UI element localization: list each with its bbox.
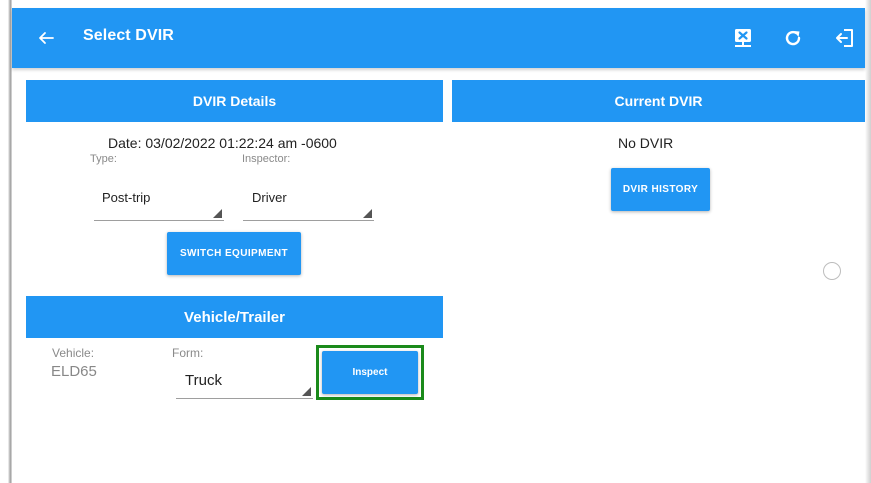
back-button[interactable]	[34, 26, 58, 50]
dropdown-triangle-icon	[213, 209, 222, 218]
form-label: Form:	[172, 346, 204, 360]
vehicle-trailer-header: Vehicle/Trailer	[26, 296, 443, 338]
logout-button[interactable]	[831, 24, 859, 52]
certify-button[interactable]	[729, 24, 757, 52]
refresh-icon	[785, 30, 801, 46]
vehicle-label: Vehicle:	[52, 346, 95, 360]
switch-equipment-button[interactable]: SWITCH EQUIPMENT	[167, 232, 301, 275]
inspector-dropdown[interactable]: Driver	[243, 190, 374, 221]
page-title: Select DVIR	[83, 27, 174, 44]
form-dropdown[interactable]: Truck	[176, 370, 313, 399]
app-screen: Select DVIR DVIR Details Date: 03/02/202…	[12, 8, 865, 483]
dropdown-triangle-icon	[302, 387, 311, 396]
device-frame-right	[865, 0, 871, 483]
radio-button[interactable]	[823, 262, 841, 280]
device-frame-left	[0, 0, 12, 483]
dvir-details-header: DVIR Details	[26, 80, 443, 122]
inspect-button[interactable]: Inspect	[322, 351, 418, 394]
type-label: Type:	[90, 153, 117, 165]
inspector-label: Inspector:	[242, 153, 291, 165]
arrow-left-icon	[39, 32, 54, 44]
vehicle-value: ELD65	[51, 363, 97, 380]
app-bar: Select DVIR	[12, 8, 865, 68]
no-dvir-text: No DVIR	[618, 135, 674, 151]
dropdown-triangle-icon	[363, 209, 372, 218]
dvir-date: Date: 03/02/2022 01:22:24 am -0600	[108, 135, 337, 151]
inspector-value: Driver	[252, 190, 287, 205]
current-dvir-header: Current DVIR	[452, 80, 865, 122]
certify-icon	[735, 29, 751, 47]
type-value: Post-trip	[102, 190, 151, 205]
dvir-history-button[interactable]: DVIR HISTORY	[611, 168, 710, 211]
refresh-button[interactable]	[779, 24, 807, 52]
type-dropdown[interactable]: Post-trip	[94, 190, 224, 221]
logout-icon	[836, 29, 853, 47]
form-value: Truck	[185, 372, 222, 389]
